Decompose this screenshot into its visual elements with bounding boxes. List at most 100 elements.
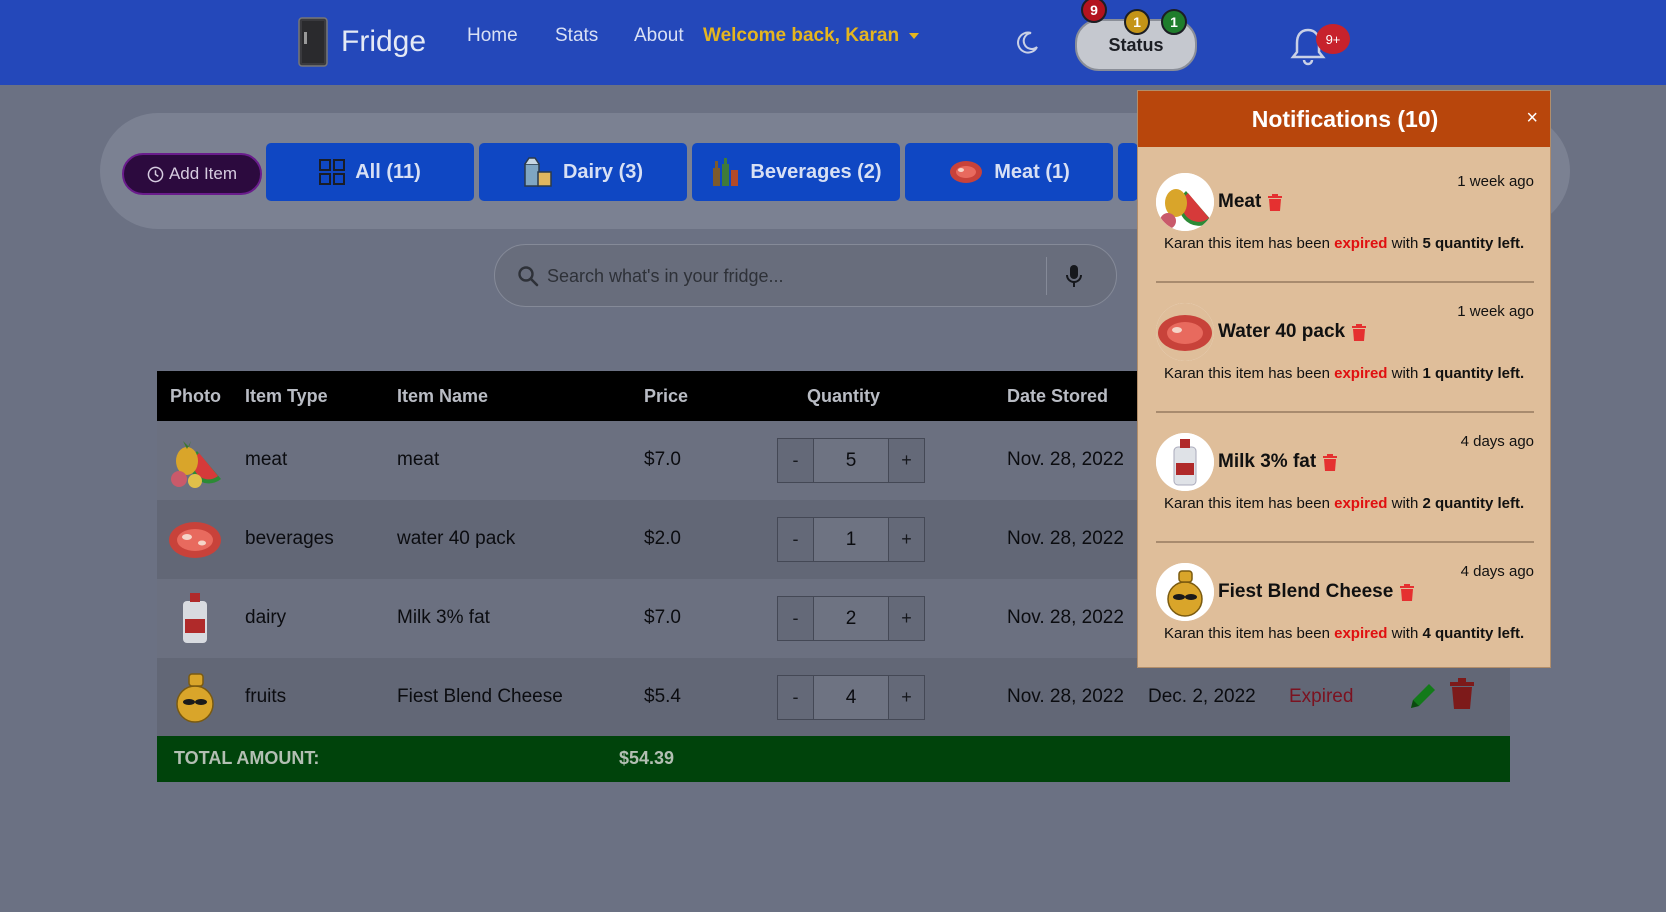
notification-message: Karan this item has been expired with 2 …: [1164, 495, 1524, 512]
microphone-icon[interactable]: [1065, 264, 1083, 288]
header-item-name: Item Name: [397, 386, 489, 406]
notification-title: Milk 3% fat: [1218, 451, 1317, 472]
notification-message: Karan this item has been expired with 5 …: [1164, 235, 1524, 252]
notification-message: Karan this item has been expired with 4 …: [1164, 625, 1524, 642]
moon-icon[interactable]: [1014, 30, 1040, 56]
status-text: Expired: [1289, 686, 1354, 707]
notification-message: Karan this item has been expired with 1 …: [1164, 365, 1524, 382]
cheese-photo: [1156, 563, 1214, 621]
category-beverages-label: Beverages (2): [750, 160, 882, 183]
with-word: with: [1391, 365, 1419, 382]
quantity-stepper: - 5 +: [777, 438, 925, 483]
table-row: fruits Fiest Blend Cheese $5.4 - 4 + Nov…: [157, 658, 1510, 737]
item-type: meat: [245, 449, 288, 470]
trash-icon[interactable]: [1400, 583, 1415, 601]
category-dairy-button[interactable]: Dairy (3): [479, 143, 687, 201]
meat-photo: [169, 522, 221, 558]
category-all-button[interactable]: All (11): [266, 143, 474, 201]
milk-photo: [1156, 433, 1214, 491]
warning-count-badge: 1: [1124, 9, 1150, 35]
item-type: beverages: [245, 528, 334, 549]
notification-item: Water 40 pack 1 week ago Karan this item…: [1156, 283, 1534, 413]
message-prefix: Karan this item has been: [1164, 365, 1330, 382]
notification-title: Water 40 pack: [1218, 321, 1346, 342]
with-word: with: [1391, 235, 1419, 252]
milk-photo: [183, 593, 207, 643]
trash-icon[interactable]: [1323, 453, 1338, 471]
total-bar: TOTAL AMOUNT: $54.39: [157, 736, 1510, 782]
message-prefix: Karan this item has been: [1164, 495, 1330, 512]
decrement-button[interactable]: -: [777, 596, 814, 641]
add-item-label: Add Item: [168, 164, 238, 183]
fruits-photo: [171, 441, 221, 488]
meat-icon: [950, 161, 983, 183]
category-more-button[interactable]: [1118, 143, 1138, 201]
expired-word: expired: [1334, 495, 1388, 512]
close-icon[interactable]: ×: [1526, 107, 1538, 130]
decrement-button[interactable]: -: [777, 438, 814, 483]
date-stored: Nov. 28, 2022: [1007, 686, 1124, 707]
notification-time: 4 days ago: [1460, 433, 1534, 450]
date-stored: Nov. 28, 2022: [1007, 607, 1124, 628]
expired-word: expired: [1334, 365, 1388, 382]
trash-icon[interactable]: [1449, 678, 1475, 710]
quantity-stepper: - 1 +: [777, 517, 925, 562]
user-menu-dropdown[interactable]: Welcome back, Karan: [703, 25, 920, 47]
clock-icon: [147, 166, 164, 182]
edit-icon[interactable]: [1407, 678, 1439, 712]
search-bar: [494, 244, 1117, 307]
quantity-value[interactable]: 1: [814, 517, 888, 562]
date-stored: Nov. 28, 2022: [1007, 528, 1124, 549]
decrement-button[interactable]: -: [777, 517, 814, 562]
increment-button[interactable]: +: [888, 596, 925, 641]
grid-icon: [319, 159, 346, 185]
item-type: dairy: [245, 607, 287, 628]
notification-item-name: Water 40 pack: [1218, 321, 1367, 343]
brand[interactable]: Fridge: [295, 16, 426, 68]
fruits-photo: [1156, 173, 1214, 231]
notifications-panel: Notifications (10) × Meat 1 week ago Kar…: [1137, 90, 1551, 668]
fridge-icon: [298, 17, 328, 67]
nav-home[interactable]: Home: [467, 25, 518, 47]
with-word: with: [1391, 495, 1419, 512]
notification-item-name: Fiest Blend Cheese: [1218, 581, 1415, 603]
notification-item: Milk 3% fat 4 days ago Karan this item h…: [1156, 413, 1534, 543]
notification-title: Meat: [1218, 191, 1262, 212]
search-input[interactable]: [547, 263, 1027, 289]
nav-stats[interactable]: Stats: [555, 25, 598, 47]
item-price: $5.4: [644, 686, 681, 707]
chevron-down-icon: [909, 33, 920, 39]
message-prefix: Karan this item has been: [1164, 625, 1330, 642]
trash-icon[interactable]: [1352, 323, 1367, 341]
category-beverages-button[interactable]: Beverages (2): [692, 143, 900, 201]
nav-about[interactable]: About: [634, 25, 684, 47]
increment-button[interactable]: +: [888, 675, 925, 720]
search-icon: [518, 266, 539, 287]
notifications-title: Notifications (10): [1251, 106, 1439, 132]
quantity-value[interactable]: 5: [814, 438, 888, 483]
quantity-stepper: - 4 +: [777, 675, 925, 720]
category-dairy-label: Dairy (3): [562, 160, 644, 183]
message-prefix: Karan this item has been: [1164, 235, 1330, 252]
notification-item: Meat 1 week ago Karan this item has been…: [1156, 153, 1534, 283]
item-name: meat: [397, 449, 440, 470]
notification-item-name: Meat: [1218, 191, 1283, 213]
date-stored: Nov. 28, 2022: [1007, 449, 1124, 470]
quantity-left: 4 quantity left.: [1422, 625, 1525, 642]
quantity-value[interactable]: 4: [814, 675, 888, 720]
brand-name: Fridge: [341, 25, 427, 58]
increment-button[interactable]: +: [888, 517, 925, 562]
category-meat-button[interactable]: Meat (1): [905, 143, 1113, 201]
add-item-button[interactable]: Add Item: [122, 153, 262, 195]
increment-button[interactable]: +: [888, 438, 925, 483]
trash-icon[interactable]: [1268, 193, 1283, 211]
status-label: Status: [1108, 34, 1164, 55]
meat-photo: [1156, 303, 1214, 361]
notification-time: 1 week ago: [1457, 303, 1534, 320]
header-item-type: Item Type: [245, 386, 328, 406]
quantity-value[interactable]: 2: [814, 596, 888, 641]
with-word: with: [1391, 625, 1419, 642]
item-name: Milk 3% fat: [397, 607, 490, 628]
decrement-button[interactable]: -: [777, 675, 814, 720]
notifications-header: Notifications (10) ×: [1138, 91, 1550, 147]
